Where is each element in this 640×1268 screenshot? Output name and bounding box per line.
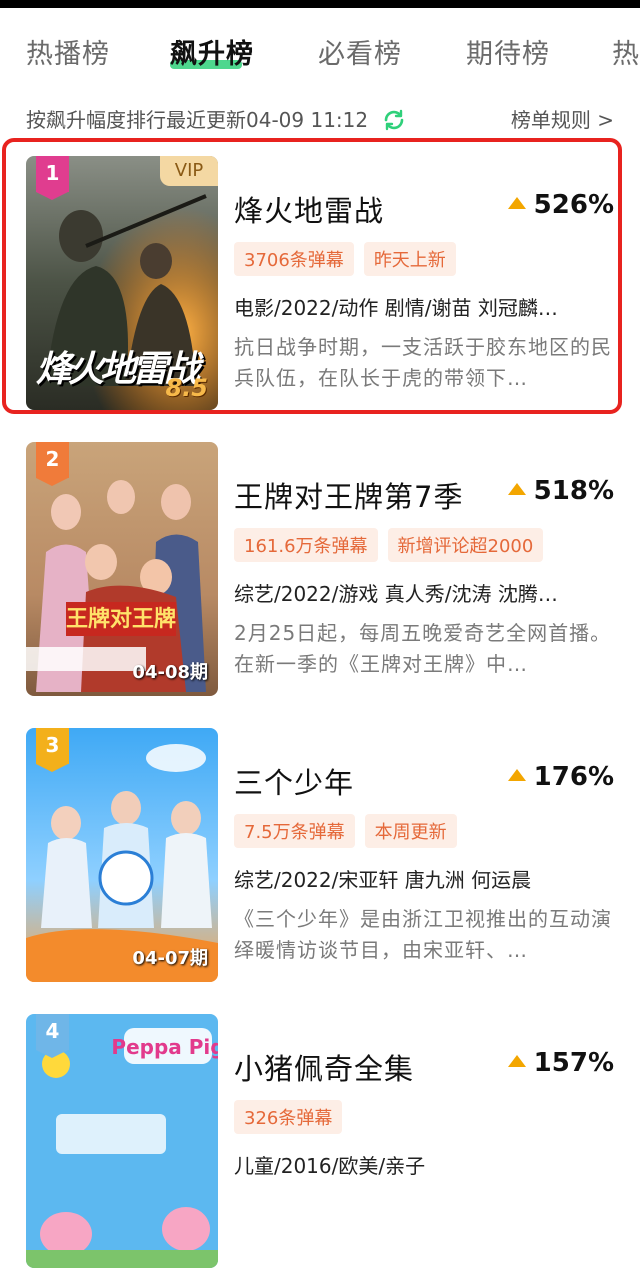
update-tag: 本周更新 bbox=[364, 814, 457, 848]
rank-badge: 3 bbox=[36, 728, 69, 772]
poster-logo-text: 王牌对王牌 bbox=[66, 606, 176, 632]
poster-image[interactable]: 3 04-07期 bbox=[26, 728, 218, 982]
tab-rising-label: 飙升榜 bbox=[170, 39, 254, 70]
item-title[interactable]: 三个少年 bbox=[234, 760, 354, 802]
danmaku-count-tag: 161.6万条弹幕 bbox=[234, 528, 378, 562]
rise-percent-value: 176% bbox=[533, 762, 614, 792]
comment-tag: 新增评论超2000 bbox=[387, 528, 544, 562]
rise-percent: 518% bbox=[507, 476, 614, 506]
rise-percent-value: 157% bbox=[533, 1048, 614, 1078]
ranking-rules-link[interactable]: 榜单规则 > bbox=[511, 104, 614, 133]
ranking-item-4[interactable]: Peppa Pig 4 小猪佩奇全集 157% 326条弹幕 儿童/2016/欧… bbox=[6, 1000, 618, 1268]
update-tag: 昨天上新 bbox=[363, 242, 456, 276]
status-bar bbox=[0, 0, 640, 8]
ranking-info-bar: 按飙升幅度排行最近更新04-09 11:12 榜单规则 > bbox=[26, 100, 616, 132]
rank-number: 3 bbox=[45, 733, 60, 757]
item-tags: 7.5万条弹幕 本周更新 bbox=[234, 814, 467, 848]
item-description: 2月25日起，每周五晚爱奇艺全网首播。在新一季的《王牌对王牌》中… bbox=[234, 621, 612, 676]
item-tags: 3706条弹幕 昨天上新 bbox=[234, 242, 466, 276]
up-arrow-icon bbox=[507, 1055, 526, 1067]
ranking-item-3[interactable]: 3 04-07期 三个少年 176% 7.5万条弹幕 本周更新 综艺/2022/宋… bbox=[6, 714, 618, 982]
danmaku-count-tag: 326条弹幕 bbox=[234, 1100, 343, 1134]
rise-percent: 526% bbox=[507, 190, 614, 220]
item-description: 抗日战争时期，一支活跃于胶东地区的民兵队伍，在队长于虎的带领下… bbox=[234, 335, 612, 390]
rise-percent-value: 518% bbox=[533, 476, 614, 506]
rank-number: 4 bbox=[45, 1019, 60, 1043]
item-tags: 326条弹幕 bbox=[234, 1100, 352, 1134]
poster-score: 8.5 bbox=[165, 374, 208, 402]
item-title[interactable]: 王牌对王牌第7季 bbox=[234, 474, 463, 516]
tab-more[interactable]: 热 bbox=[612, 32, 640, 71]
update-info-text: 按飙升幅度排行最近更新04-09 11:12 bbox=[26, 108, 369, 132]
item-tags: 161.6万条弹幕 新增评论超2000 bbox=[234, 528, 553, 562]
danmaku-count-tag: 7.5万条弹幕 bbox=[234, 814, 355, 848]
tab-must-watch[interactable]: 必看榜 bbox=[318, 32, 402, 71]
rank-badge: 4 bbox=[36, 1014, 69, 1058]
up-arrow-icon bbox=[507, 769, 526, 781]
rank-number: 1 bbox=[45, 161, 60, 185]
rank-badge: 1 bbox=[36, 156, 69, 200]
item-meta: 综艺/2022/游戏 真人秀/沈涛 沈腾… bbox=[234, 582, 558, 606]
rank-number: 2 bbox=[45, 447, 60, 471]
item-meta: 综艺/2022/宋亚轩 唐九洲 何运晨 bbox=[234, 868, 532, 892]
poster-logo-text: Peppa Pig bbox=[111, 1035, 218, 1059]
up-arrow-icon bbox=[507, 197, 526, 209]
tab-anticipated[interactable]: 期待榜 bbox=[466, 32, 550, 71]
update-info: 按飙升幅度排行最近更新04-09 11:12 bbox=[26, 104, 406, 133]
danmaku-count-tag: 3706条弹幕 bbox=[234, 242, 354, 276]
tab-rising[interactable]: 飙升榜 bbox=[170, 32, 254, 71]
poster-image[interactable]: 王牌对王牌 2 04-08期 bbox=[26, 442, 218, 696]
episode-label: 04-07期 bbox=[132, 948, 208, 969]
ranking-item-1[interactable]: 1 VIP 烽火地雷战 8.5 烽火地雷战 526% 3706条弹幕 昨天上新 电… bbox=[2, 138, 622, 414]
rise-percent: 157% bbox=[507, 1048, 614, 1078]
vip-badge: VIP bbox=[160, 156, 218, 186]
item-title[interactable]: 烽火地雷战 bbox=[234, 188, 384, 230]
poster-image[interactable]: Peppa Pig 4 bbox=[26, 1014, 218, 1268]
item-meta: 儿童/2016/欧美/亲子 bbox=[234, 1154, 426, 1178]
episode-label: 04-08期 bbox=[132, 662, 208, 683]
up-arrow-icon bbox=[507, 483, 526, 495]
rise-percent-value: 526% bbox=[533, 190, 614, 220]
item-title[interactable]: 小猪佩奇全集 bbox=[234, 1046, 414, 1088]
item-meta: 电影/2022/动作 剧情/谢苗 刘冠麟… bbox=[234, 296, 558, 320]
poster-image[interactable]: 1 VIP 烽火地雷战 8.5 bbox=[26, 156, 218, 410]
refresh-icon[interactable] bbox=[382, 108, 406, 132]
ranking-tabs: 热播榜 飙升榜 必看榜 期待榜 热 bbox=[0, 22, 640, 82]
rise-percent: 176% bbox=[507, 762, 614, 792]
item-description: 《三个少年》是由浙江卫视推出的互动演绎暖情访谈节目，由宋亚轩、… bbox=[234, 907, 612, 962]
ranking-item-2[interactable]: 王牌对王牌 2 04-08期 王牌对王牌第7季 518% 161.6万条弹幕 新增… bbox=[6, 428, 618, 696]
rank-badge: 2 bbox=[36, 442, 69, 486]
tab-hot[interactable]: 热播榜 bbox=[26, 32, 110, 71]
